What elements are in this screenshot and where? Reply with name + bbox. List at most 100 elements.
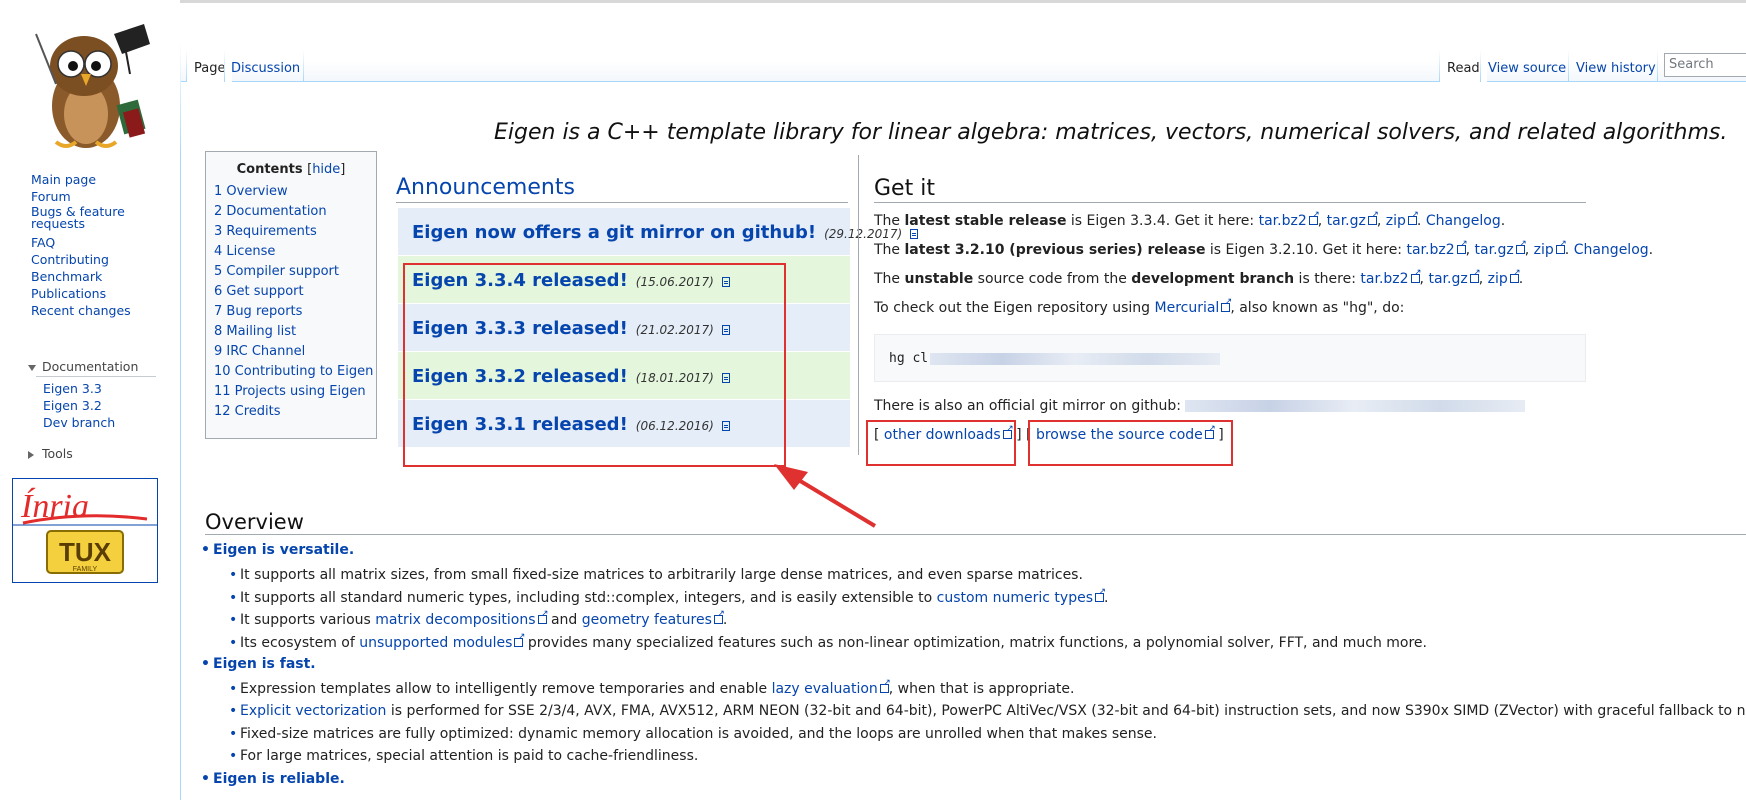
- external-link-icon: [1407, 210, 1419, 225]
- geometry-features-link[interactable]: geometry features: [582, 612, 712, 628]
- external-link-icon: [879, 678, 891, 693]
- unstable-tar-gz-link[interactable]: tar.gz: [1428, 271, 1467, 287]
- stable-changelog-link[interactable]: Changelog: [1426, 213, 1501, 229]
- unstable-tar-bz2-link[interactable]: tar.bz2: [1360, 271, 1408, 287]
- stable-tar-bz2-link[interactable]: tar.bz2: [1259, 213, 1307, 229]
- table-of-contents: Contents [hide] 1 Overview 2 Documentati…: [205, 151, 377, 439]
- page-tagline: Eigen is a C++ template library for line…: [494, 120, 1728, 145]
- chevron-down-icon: [28, 364, 36, 371]
- chevron-right-icon: [28, 450, 34, 459]
- nav-bugs-feature-requests[interactable]: Bugs & feature requests: [31, 205, 131, 230]
- get-it-heading: Get it: [874, 176, 935, 201]
- heading-rule: [205, 534, 1746, 535]
- highlight-box-other-downloads: [866, 420, 1016, 466]
- tab-view-history[interactable]: View history: [1569, 50, 1663, 82]
- toc-item-irc-channel[interactable]: 9 IRC Channel: [214, 344, 305, 359]
- divider: [36, 376, 156, 377]
- announcement-item[interactable]: Eigen now offers a git mirror on github!…: [398, 208, 919, 255]
- toc-item-credits[interactable]: 12 Credits: [214, 404, 281, 419]
- overview-reliable: Eigen is reliable.: [201, 771, 345, 787]
- nav-contributing[interactable]: Contributing: [31, 252, 161, 267]
- overview-item: Expression templates allow to intelligen…: [229, 678, 1074, 697]
- nav-eigen-3-3[interactable]: Eigen 3.3: [43, 381, 102, 396]
- toc-hide-link[interactable]: hide: [312, 162, 340, 177]
- external-link-icon: [537, 609, 549, 624]
- code-command: hg cl: [889, 351, 929, 366]
- announcement-date: (29.12.2017): [824, 227, 903, 241]
- stable-tar-gz-link[interactable]: tar.gz: [1327, 213, 1366, 229]
- previous-tar-gz-link[interactable]: tar.gz: [1475, 242, 1514, 258]
- tab-view-source[interactable]: View source: [1481, 50, 1573, 82]
- overview-item: Fixed-size matrices are fully optimized:…: [229, 726, 1157, 742]
- previous-release-line: The latest 3.2.10 (previous series) rele…: [874, 239, 1653, 258]
- svg-text:TUX: TUX: [59, 537, 112, 567]
- heading-rule: [874, 202, 1586, 203]
- announcements-heading[interactable]: Announcements: [396, 175, 575, 200]
- toc-item-requirements[interactable]: 3 Requirements: [214, 224, 317, 239]
- external-link-icon: [1221, 297, 1232, 312]
- nav-faq[interactable]: FAQ: [31, 235, 161, 250]
- matrix-decompositions-link[interactable]: matrix decompositions: [375, 612, 535, 628]
- nav-benchmark[interactable]: Benchmark: [31, 269, 161, 284]
- external-link-icon: [713, 609, 725, 624]
- overview-fast: Eigen is fast.: [201, 656, 316, 672]
- external-link-icon: [1555, 239, 1567, 254]
- sidebar-border: [180, 40, 181, 800]
- unstable-line: The unstable source code from the develo…: [874, 268, 1523, 287]
- nav-eigen-3-2[interactable]: Eigen 3.2: [43, 398, 102, 413]
- highlight-box-browse-source: [1028, 420, 1233, 466]
- svg-text:FAMILY: FAMILY: [73, 566, 98, 573]
- toc-item-contributing[interactable]: 10 Contributing to Eigen: [214, 364, 373, 379]
- toc-item-mailing-list[interactable]: 8 Mailing list: [214, 324, 296, 339]
- document-icon[interactable]: [910, 228, 919, 239]
- toc-item-license[interactable]: 4 License: [214, 244, 275, 259]
- custom-numeric-types-link[interactable]: custom numeric types: [937, 590, 1093, 606]
- nav-dev-branch[interactable]: Dev branch: [43, 415, 115, 430]
- external-link-icon: [1469, 268, 1481, 283]
- mercurial-link[interactable]: Mercurial: [1155, 300, 1220, 316]
- column-separator: [858, 155, 859, 455]
- toc-item-projects[interactable]: 11 Projects using Eigen: [214, 384, 366, 399]
- toc-item-get-support[interactable]: 6 Get support: [214, 284, 304, 299]
- toc-item-compiler-support[interactable]: 5 Compiler support: [214, 264, 339, 279]
- search-input[interactable]: Search: [1664, 53, 1746, 77]
- overview-item: For large matrices, special attention is…: [229, 748, 698, 764]
- external-link-icon: [514, 632, 525, 647]
- external-link-icon: [1509, 268, 1521, 283]
- partner-logos[interactable]: Ínria TUX FAMILY: [12, 478, 158, 583]
- previous-changelog-link[interactable]: Changelog: [1574, 242, 1649, 258]
- nav-recent-changes[interactable]: Recent changes: [31, 303, 161, 318]
- sidebar: Main page Forum Bugs & feature requests …: [0, 0, 180, 800]
- heading-rule: [396, 202, 848, 203]
- tab-discussion[interactable]: Discussion: [224, 50, 307, 82]
- previous-tar-bz2-link[interactable]: tar.bz2: [1406, 242, 1454, 258]
- stable-zip-link[interactable]: zip: [1386, 213, 1406, 229]
- tools-heading[interactable]: Tools: [28, 446, 73, 461]
- toc-item-bug-reports[interactable]: 7 Bug reports: [214, 304, 302, 319]
- announcement-title[interactable]: Eigen now offers a git mirror on github!: [412, 222, 816, 243]
- documentation-heading[interactable]: Documentation: [28, 359, 138, 374]
- nav-forum[interactable]: Forum: [31, 189, 161, 204]
- external-link-icon: [1095, 587, 1106, 602]
- toc-item-overview[interactable]: 1 Overview: [214, 184, 288, 199]
- previous-zip-link[interactable]: zip: [1534, 242, 1554, 258]
- overview-item: Its ecosystem of unsupported modules pro…: [229, 632, 1427, 651]
- annotation-arrow-icon: [774, 464, 877, 528]
- nav-main-page[interactable]: Main page: [31, 172, 161, 187]
- github-mirror-line: There is also an official git mirror on …: [874, 398, 1526, 414]
- toc-item-documentation[interactable]: 2 Documentation: [214, 204, 327, 219]
- nav-publications[interactable]: Publications: [31, 286, 161, 301]
- owl-logo-icon[interactable]: [26, 14, 156, 154]
- external-link-icon: [1367, 210, 1379, 225]
- unsupported-modules-link[interactable]: unsupported modules: [359, 635, 512, 651]
- lazy-evaluation-link[interactable]: lazy evaluation: [772, 681, 878, 697]
- external-link-icon: [1456, 239, 1468, 254]
- unstable-zip-link[interactable]: zip: [1488, 271, 1508, 287]
- stable-release-line: The latest stable release is Eigen 3.3.4…: [874, 210, 1505, 229]
- tab-separator: [1657, 50, 1658, 82]
- code-block[interactable]: hg cl: [874, 334, 1586, 382]
- overview-heading: Overview: [205, 510, 304, 534]
- blurred-url: [930, 352, 1221, 365]
- tab-separator: [303, 50, 304, 82]
- explicit-vectorization-link[interactable]: Explicit vectorization: [240, 703, 386, 719]
